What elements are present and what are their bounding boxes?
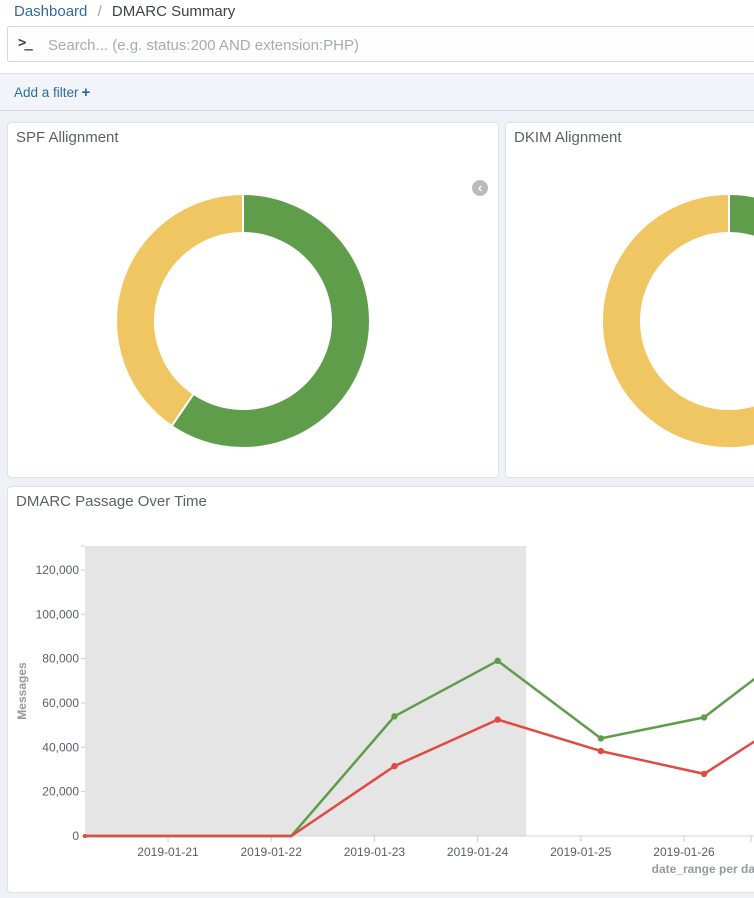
panel-spf-allignment: SPF Allignment ‹ — [7, 122, 499, 478]
point-marker-red[interactable] — [598, 748, 604, 754]
y-tick-label: 80,000 — [42, 652, 79, 666]
spf-donut-chart[interactable] — [115, 193, 371, 449]
search-input[interactable] — [46, 28, 754, 62]
terminal-prompt-icon: >_ — [18, 35, 31, 51]
legend-toggle-button[interactable]: ‹ — [472, 180, 488, 196]
point-marker-green[interactable] — [391, 713, 397, 719]
y-tick-label: 60,000 — [42, 696, 79, 710]
y-tick-label: 20,000 — [42, 785, 79, 799]
breadcrumb-separator: / — [98, 3, 102, 20]
y-tick-label: 120,000 — [36, 563, 80, 577]
breadcrumb-dashboard-link[interactable]: Dashboard — [14, 3, 87, 20]
panel-dkim-alignment: DKIM Alignment — [505, 122, 754, 478]
y-tick-label: 40,000 — [42, 740, 79, 754]
panel-title-dkim: DKIM Alignment — [514, 129, 622, 146]
x-tick-label: 2019-01-23 — [344, 845, 406, 859]
point-marker-green[interactable] — [495, 658, 501, 664]
filter-bar: Add a filter+ — [0, 75, 754, 111]
dashboard-page: Dashboard / DMARC Summary >_ Add a filte… — [0, 0, 754, 898]
add-filter-link[interactable]: Add a filter+ — [14, 84, 90, 101]
x-axis-title: date_range per da — [652, 862, 754, 876]
panel-title-spf: SPF Allignment — [16, 129, 119, 146]
point-marker-green[interactable] — [598, 735, 604, 741]
breadcrumb-current-page: DMARC Summary — [112, 3, 235, 20]
donut-slice-green[interactable] — [729, 194, 754, 241]
x-tick-label: 2019-01-22 — [241, 845, 303, 859]
x-tick-label: 2019-01-21 — [137, 845, 199, 859]
dashboard-grid: SPF Allignment ‹ DKIM Alignment DMARC Pa… — [0, 112, 754, 898]
point-marker-red[interactable] — [83, 834, 87, 838]
y-tick-label: 0 — [72, 829, 79, 843]
point-marker-red[interactable] — [495, 716, 501, 722]
add-filter-label: Add a filter — [14, 85, 79, 100]
chevron-left-icon: ‹ — [472, 180, 488, 195]
y-axis-title: Messages — [15, 662, 29, 720]
donut-slice-yellow[interactable] — [116, 194, 243, 426]
x-tick-label: 2019-01-24 — [447, 845, 509, 859]
point-marker-red[interactable] — [701, 771, 707, 777]
dkim-donut-chart[interactable] — [601, 193, 754, 449]
point-marker-red[interactable] — [391, 763, 397, 769]
shaded-region — [85, 546, 526, 836]
x-tick-label: 2019-01-26 — [653, 845, 715, 859]
search-box: >_ — [7, 26, 754, 62]
y-tick-label: 100,000 — [36, 607, 80, 621]
header: Dashboard / DMARC Summary >_ — [0, 0, 754, 74]
plus-icon: + — [82, 84, 91, 101]
x-tick-label: 2019-01-25 — [550, 845, 612, 859]
breadcrumb: Dashboard / DMARC Summary — [14, 3, 235, 20]
panel-dmarc-passage-over-time: DMARC Passage Over Time 020,00040,00060,… — [7, 486, 754, 893]
point-marker-green[interactable] — [701, 714, 707, 720]
dmarc-line-chart[interactable]: 0 20,000 40,000 60,000 80,000 100,000 120,000 2… — [8, 487, 754, 894]
